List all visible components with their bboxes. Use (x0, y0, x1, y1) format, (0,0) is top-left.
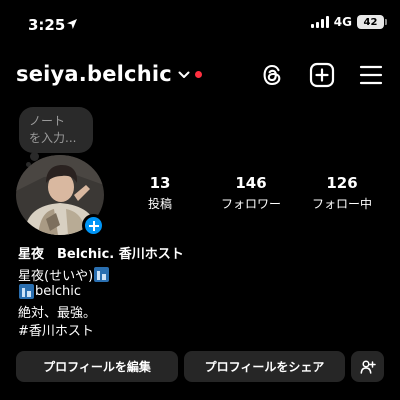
add-story-button[interactable] (82, 214, 105, 237)
note-placeholder-line2: を入力... (29, 131, 77, 145)
note-bubble[interactable]: ノート を入力... (19, 107, 93, 153)
city-emoji-icon (94, 267, 110, 282)
following-stat[interactable]: 126 フォロー中 (303, 174, 381, 212)
username: seiya.belchic (16, 62, 172, 86)
add-person-button[interactable] (351, 351, 384, 382)
status-indicators: 4G 42 (310, 15, 387, 29)
bio-line-2: belchic (18, 284, 81, 299)
followers-count: 146 (235, 174, 267, 192)
edit-profile-button[interactable]: プロフィールを編集 (16, 351, 178, 382)
add-person-icon (360, 359, 376, 374)
account-switcher[interactable]: seiya.belchic (16, 62, 202, 86)
bio-line-3: 絶対、最強。 (18, 306, 97, 321)
menu-icon[interactable] (358, 62, 384, 88)
create-icon[interactable] (309, 62, 335, 88)
share-profile-button[interactable]: プロフィールをシェア (184, 351, 345, 382)
bio-line-1: 星夜(せいや) (18, 265, 110, 284)
status-time: 3:25 (28, 16, 66, 34)
followers-label: フォロワー (220, 197, 281, 211)
battery-level: 42 (363, 16, 378, 28)
signal-icon (310, 16, 329, 28)
location-arrow-icon (67, 19, 77, 29)
posts-stat[interactable]: 13 投稿 (142, 174, 178, 212)
followers-stat[interactable]: 146 フォロワー (212, 174, 290, 212)
following-label: フォロー中 (311, 197, 372, 211)
posts-count: 13 (149, 174, 171, 192)
building-emoji-icon (19, 284, 34, 299)
notification-dot (194, 70, 202, 78)
following-count: 126 (326, 174, 358, 192)
threads-icon[interactable] (259, 62, 285, 88)
battery-icon: 42 (357, 15, 387, 29)
network-type: 4G (333, 15, 352, 29)
display-name: 星夜 Belchic. 香川ホスト (18, 247, 184, 262)
bio-hashtag[interactable]: #香川ホスト (18, 320, 94, 339)
bio-text-1: 星夜(せいや) (18, 269, 94, 284)
note-placeholder-line1: ノート (29, 114, 66, 128)
bio-text-2: belchic (35, 284, 82, 299)
posts-label: 投稿 (147, 197, 172, 211)
chevron-down-icon (178, 71, 190, 78)
